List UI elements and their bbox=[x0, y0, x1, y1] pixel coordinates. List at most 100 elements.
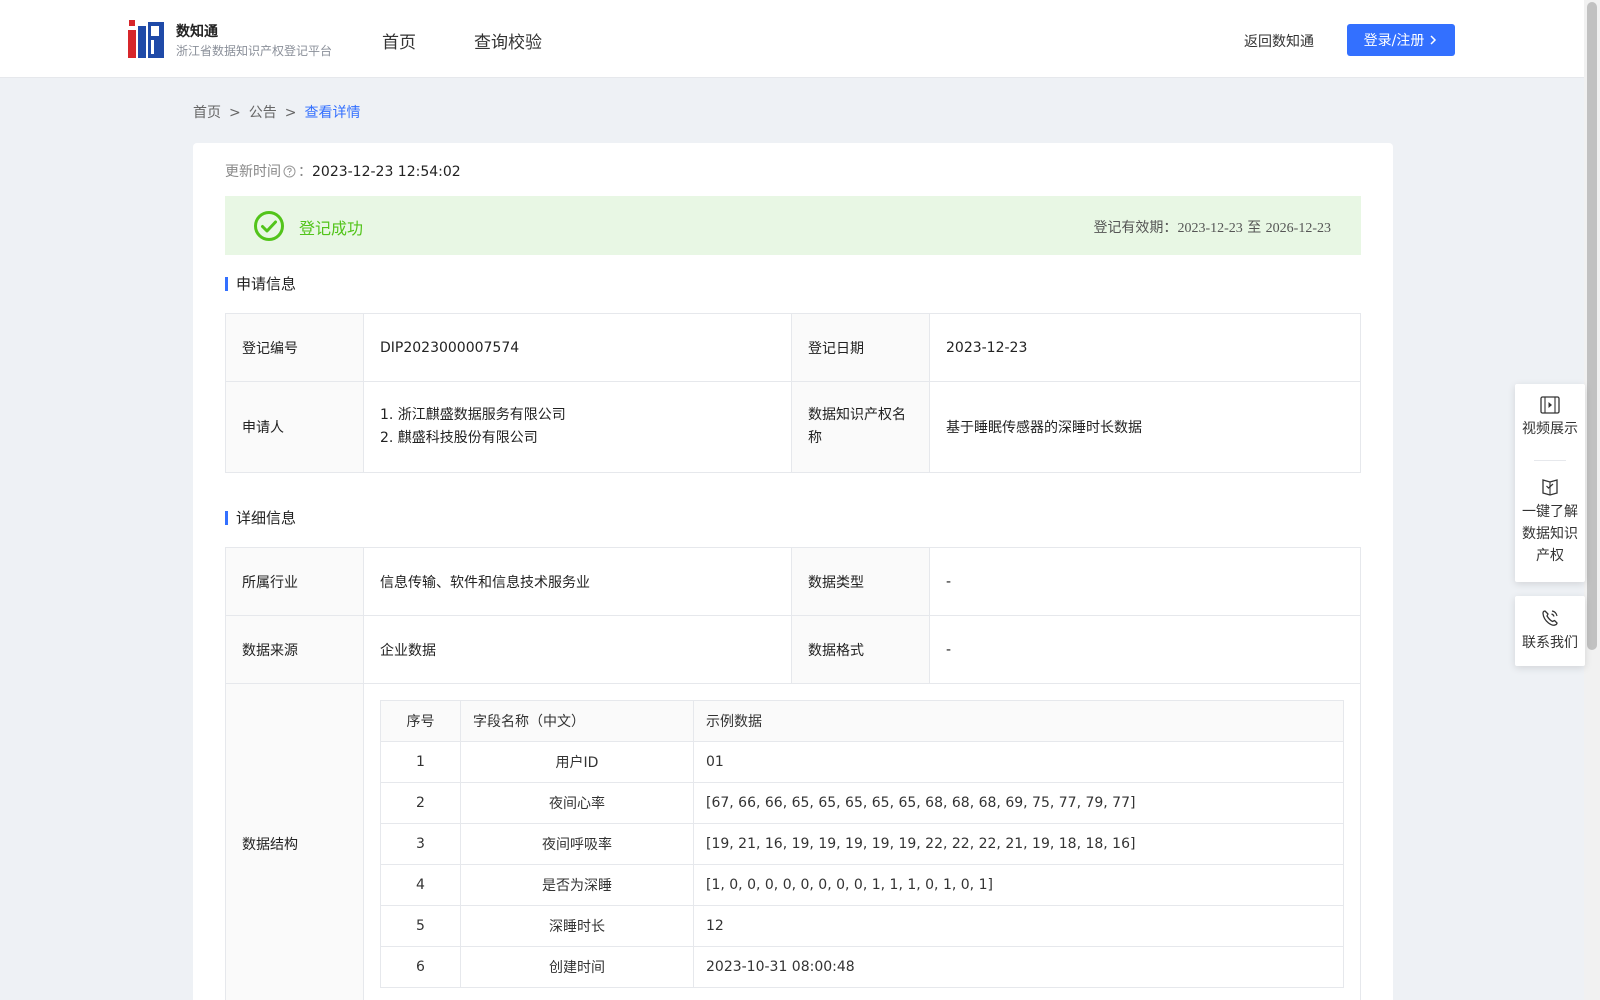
validity-end: 2026-12-23 bbox=[1265, 221, 1331, 236]
detail-info-table: 所属行业 信息传输、软件和信息技术服务业 数据类型 - 数据来源 企业数据 数据… bbox=[225, 547, 1361, 1000]
sample-data: 12 bbox=[693, 905, 1344, 947]
sample-data: [1, 0, 0, 0, 0, 0, 0, 0, 0, 1, 1, 1, 0, … bbox=[693, 864, 1344, 906]
table-row: 数据来源 企业数据 数据格式 - bbox=[225, 615, 1361, 684]
table-row: 2 夜间心率 [67, 66, 66, 65, 65, 65, 65, 65, … bbox=[380, 782, 1344, 824]
back-to-shuzhitong-link[interactable]: 返回数知通 bbox=[1244, 31, 1314, 51]
top-header: 数知通 浙江省数据知识产权登记平台 首页 查询校验 返回数知通 登录/注册 bbox=[0, 0, 1584, 78]
section-title-text: 申请信息 bbox=[236, 275, 297, 293]
field-name: 深睡时长 bbox=[460, 905, 694, 947]
breadcrumb-separator: > bbox=[229, 105, 241, 121]
float-panel-contact: 联系我们 bbox=[1515, 596, 1585, 666]
table-row: 1 用户ID 01 bbox=[380, 741, 1344, 783]
login-register-button[interactable]: 登录/注册 bbox=[1347, 24, 1455, 56]
nav-query-verify[interactable]: 查询校验 bbox=[474, 28, 542, 53]
breadcrumb: 首页 > 公告 > 查看详情 bbox=[193, 102, 360, 122]
breadcrumb-separator: > bbox=[284, 105, 297, 121]
field-name: 夜间呼吸率 bbox=[460, 823, 694, 865]
validity-to: 至 bbox=[1247, 220, 1262, 236]
sample-data: [19, 21, 16, 19, 19, 19, 19, 19, 22, 22,… bbox=[693, 823, 1344, 865]
ip-name-label: 数据知识产权名称 bbox=[791, 381, 930, 473]
row-index: 4 bbox=[380, 864, 461, 906]
update-time-row: 更新时间 ：2023-12-23 12:54:02 bbox=[225, 161, 461, 181]
validity-label: 登记有效期： bbox=[1093, 220, 1178, 236]
logo-icon[interactable] bbox=[128, 20, 164, 58]
section-marker bbox=[225, 276, 228, 291]
applicant-item: 1. 浙江麒盛数据服务有限公司 bbox=[380, 407, 566, 423]
video-showcase-button[interactable]: 视频展示 bbox=[1515, 384, 1585, 460]
status-text: 登记成功 bbox=[299, 219, 364, 238]
field-name: 夜间心率 bbox=[460, 782, 694, 824]
video-icon bbox=[1540, 396, 1560, 414]
source-label: 数据来源 bbox=[225, 615, 364, 684]
row-index: 2 bbox=[380, 782, 461, 824]
table-row: 数据结构 序号 字段名称（中文） 示例数据 1 用户ID 01 2 夜间心率 [… bbox=[225, 683, 1361, 1000]
validity-period: 登记有效期：2023-12-23 至 2026-12-23 bbox=[1093, 217, 1331, 237]
learn-line-1: 一键了解 bbox=[1522, 504, 1578, 520]
breadcrumb-home[interactable]: 首页 bbox=[193, 105, 221, 121]
section-marker bbox=[225, 510, 228, 525]
update-time-value: 2023-12-23 12:54:02 bbox=[312, 164, 461, 180]
reg-date-label: 登记日期 bbox=[791, 313, 930, 382]
applicant-label: 申请人 bbox=[225, 381, 364, 473]
sample-data: 2023-10-31 08:00:48 bbox=[693, 946, 1344, 988]
nav-home[interactable]: 首页 bbox=[382, 28, 416, 53]
phone-icon bbox=[1542, 610, 1558, 626]
column-header: 示例数据 bbox=[693, 700, 1344, 742]
float-panel-top: 视频展示 一键了解 数据知识 产权 bbox=[1515, 384, 1585, 582]
brand-subtitle: 浙江省数据知识产权登记平台 bbox=[176, 44, 333, 58]
table-row: 5 深睡时长 12 bbox=[380, 905, 1344, 947]
book-icon bbox=[1542, 479, 1558, 496]
row-index: 1 bbox=[380, 741, 461, 783]
contact-us-button[interactable]: 联系我们 bbox=[1515, 596, 1585, 652]
section-application-info: 申请信息 bbox=[225, 273, 296, 294]
reg-no-value: DIP2023000007574 bbox=[363, 313, 792, 382]
reg-no-label: 登记编号 bbox=[225, 313, 364, 382]
row-index: 6 bbox=[380, 946, 461, 988]
row-index: 5 bbox=[380, 905, 461, 947]
sample-data: [67, 66, 66, 65, 65, 65, 65, 65, 68, 68,… bbox=[693, 782, 1344, 824]
row-index: 3 bbox=[380, 823, 461, 865]
data-type-label: 数据类型 bbox=[791, 547, 930, 616]
structure-header-row: 序号 字段名称（中文） 示例数据 bbox=[380, 700, 1344, 742]
table-row: 4 是否为深睡 [1, 0, 0, 0, 0, 0, 0, 0, 0, 1, 1… bbox=[380, 864, 1344, 906]
validity-start: 2023-12-23 bbox=[1177, 221, 1243, 236]
structure-cell: 序号 字段名称（中文） 示例数据 1 用户ID 01 2 夜间心率 [67, 6… bbox=[363, 683, 1361, 1000]
data-structure-table: 序号 字段名称（中文） 示例数据 1 用户ID 01 2 夜间心率 [67, 6… bbox=[380, 700, 1344, 988]
applicant-item: 2. 麒盛科技股份有限公司 bbox=[380, 430, 538, 446]
industry-label: 所属行业 bbox=[225, 547, 364, 616]
field-name: 是否为深睡 bbox=[460, 864, 694, 906]
contact-us-label: 联系我们 bbox=[1522, 635, 1578, 651]
breadcrumb-current: 查看详情 bbox=[304, 105, 361, 121]
brand-name: 数知通 bbox=[176, 24, 218, 40]
learn-data-ip-button[interactable]: 一键了解 数据知识 产权 bbox=[1515, 461, 1585, 567]
sample-data: 01 bbox=[693, 741, 1344, 783]
detail-card: 更新时间 ：2023-12-23 12:54:02 登记成功 登记有效期：2023… bbox=[193, 143, 1393, 1000]
ip-name-value: 基于睡眠传感器的深睡时长数据 bbox=[929, 381, 1361, 473]
learn-line-2: 数据知识 bbox=[1522, 526, 1578, 542]
registration-status-banner: 登记成功 登记有效期：2023-12-23 至 2026-12-23 bbox=[225, 196, 1361, 255]
data-type-value: - bbox=[929, 547, 1361, 616]
learn-line-3: 产权 bbox=[1536, 548, 1564, 564]
field-name: 创建时间 bbox=[460, 946, 694, 988]
table-row: 6 创建时间 2023-10-31 08:00:48 bbox=[380, 946, 1344, 988]
video-showcase-label: 视频展示 bbox=[1522, 421, 1578, 437]
scrollbar-thumb[interactable] bbox=[1587, 2, 1597, 650]
industry-value: 信息传输、软件和信息技术服务业 bbox=[363, 547, 792, 616]
check-circle-icon bbox=[254, 211, 284, 241]
source-value: 企业数据 bbox=[363, 615, 792, 684]
breadcrumb-announcement[interactable]: 公告 bbox=[249, 105, 277, 121]
table-row: 登记编号 DIP2023000007574 登记日期 2023-12-23 bbox=[225, 313, 1361, 382]
login-register-label: 登录/注册 bbox=[1363, 33, 1425, 49]
update-time-label: 更新时间 bbox=[225, 164, 281, 180]
section-detail-info: 详细信息 bbox=[225, 507, 296, 528]
section-title-text: 详细信息 bbox=[236, 509, 297, 527]
update-time-colon: ： bbox=[298, 164, 312, 180]
help-circle-icon[interactable] bbox=[283, 165, 296, 178]
table-row: 所属行业 信息传输、软件和信息技术服务业 数据类型 - bbox=[225, 547, 1361, 616]
field-name: 用户ID bbox=[460, 741, 694, 783]
column-header: 字段名称（中文） bbox=[460, 700, 694, 742]
applicant-list: 1. 浙江麒盛数据服务有限公司 2. 麒盛科技股份有限公司 bbox=[363, 381, 792, 473]
reg-date-value: 2023-12-23 bbox=[929, 313, 1361, 382]
chevron-right-icon bbox=[1430, 35, 1437, 45]
application-info-table: 登记编号 DIP2023000007574 登记日期 2023-12-23 申请… bbox=[225, 313, 1361, 473]
